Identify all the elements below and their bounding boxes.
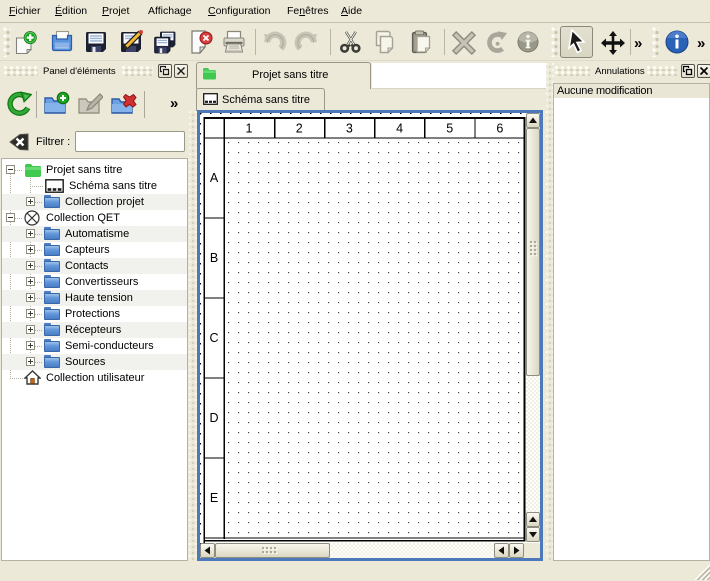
svg-text:5: 5 [446,122,453,136]
svg-text:C: C [209,331,218,345]
svg-text:1: 1 [246,122,253,136]
svg-text:4: 4 [396,122,403,136]
svg-text:E: E [210,491,218,505]
svg-text:2: 2 [296,122,303,136]
svg-text:B: B [210,251,218,265]
svg-text:3: 3 [346,122,353,136]
svg-text:D: D [209,411,218,425]
svg-text:6: 6 [496,122,503,136]
svg-text:A: A [210,171,219,185]
